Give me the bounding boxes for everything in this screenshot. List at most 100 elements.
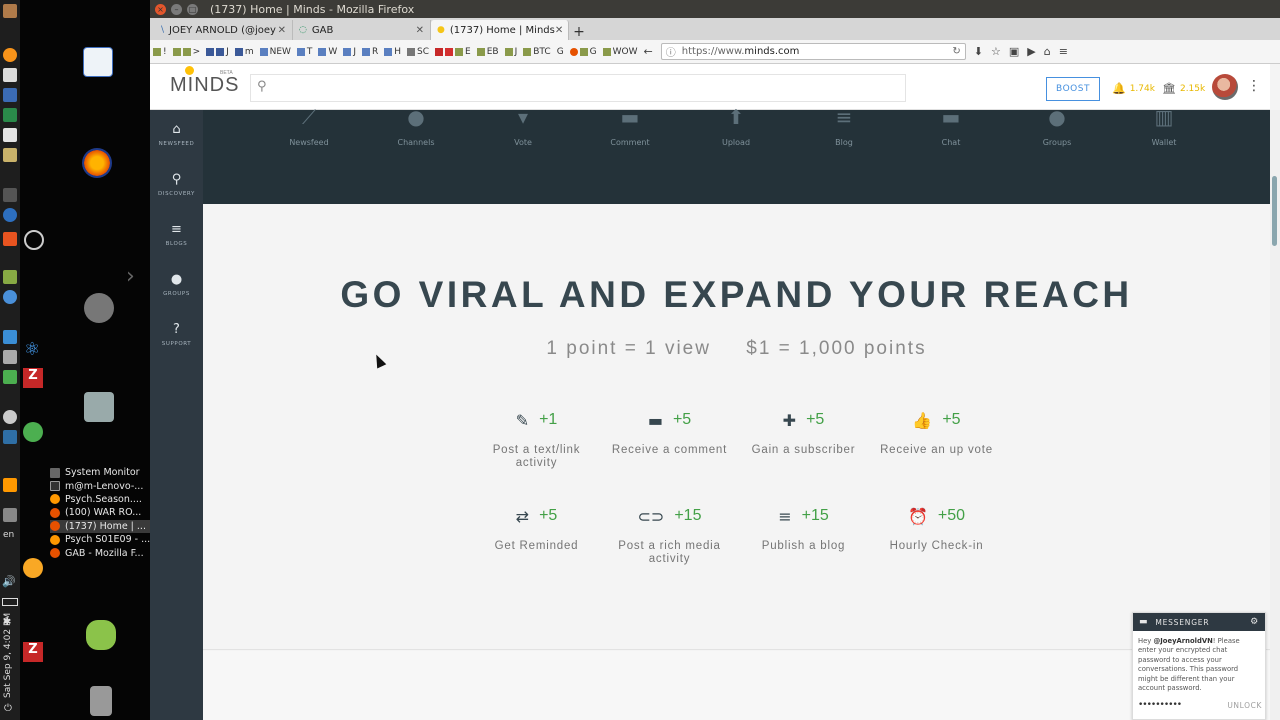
bookmark[interactable]: ! — [153, 47, 167, 57]
tab-gab[interactable]: ◌ GAB ✕ — [293, 20, 431, 40]
bookmark[interactable]: J — [504, 47, 517, 57]
sidebar-item-support[interactable]: ? SUPPORT — [150, 322, 203, 347]
task-item[interactable]: Psych S01E09 - ... — [50, 533, 150, 546]
wallet-button[interactable]: 🏛 2.15k — [1162, 82, 1205, 95]
back-icon[interactable]: ← — [644, 45, 653, 58]
obs-icon[interactable] — [24, 230, 44, 250]
app-icon[interactable] — [3, 232, 17, 246]
more-options-icon[interactable]: ⋮ — [1247, 78, 1261, 94]
reload-icon[interactable]: ↻ — [952, 46, 960, 57]
bookmark[interactable]: SC — [407, 47, 429, 57]
gear-icon[interactable]: ⚙ — [1250, 617, 1259, 627]
bookmark[interactable]: WOW — [602, 47, 638, 57]
youtube-icon[interactable]: ▶ — [1027, 45, 1035, 58]
bookmark[interactable]: W — [318, 47, 337, 57]
app-icon[interactable] — [3, 370, 17, 384]
task-item[interactable]: (100) WAR RO... — [50, 506, 150, 519]
app-icon[interactable] — [3, 508, 17, 522]
app-icon[interactable] — [3, 350, 17, 364]
bookmark[interactable]: T — [296, 47, 312, 57]
task-item[interactable]: System Monitor — [50, 466, 150, 479]
bookmark[interactable]: m — [234, 47, 254, 57]
avatar[interactable] — [1212, 74, 1238, 100]
telegram-icon[interactable] — [23, 422, 43, 442]
bookmark[interactable]: E — [435, 47, 471, 57]
sidebar-item-groups[interactable]: ● GROUPS — [150, 272, 203, 297]
bookmark[interactable]: EB — [476, 47, 499, 57]
document-icon[interactable] — [83, 47, 113, 77]
tab-minds[interactable]: ● (1737) Home | Minds ✕ — [431, 20, 569, 40]
app-icon[interactable] — [84, 293, 114, 323]
task-item[interactable]: GAB - Mozilla F... — [50, 546, 150, 559]
sidebar-item-discovery[interactable]: ⚲ DISCOVERY — [150, 172, 203, 197]
user-icon[interactable] — [86, 620, 116, 650]
browser-icon[interactable] — [3, 208, 17, 222]
vlc-icon[interactable] — [3, 478, 17, 492]
url-bar[interactable]: ⓘ https://www. minds.com ↻ — [660, 43, 966, 60]
app-icon[interactable] — [3, 270, 17, 284]
volume-icon[interactable]: 🔊 — [2, 575, 16, 588]
bookmark[interactable]: J — [343, 47, 356, 57]
monitor-icon[interactable] — [3, 188, 17, 202]
close-window-icon[interactable]: × — [155, 3, 166, 15]
dogecoin-icon[interactable] — [23, 558, 43, 578]
bookmark[interactable]: R — [361, 47, 378, 57]
site-info-icon[interactable]: ⓘ — [666, 44, 676, 59]
clock[interactable]: Sat Sep 9, 4:02 PM — [0, 590, 20, 700]
close-tab-icon[interactable]: ✕ — [555, 25, 563, 36]
bitcoin-icon[interactable] — [3, 48, 17, 62]
download-icon[interactable]: ⬇ — [974, 45, 983, 58]
menu-icon[interactable]: ≡ — [1059, 45, 1068, 58]
unlock-button[interactable]: UNLOCK — [1227, 701, 1262, 710]
points-rate: 1 point = 1 view $1 = 1,000 points — [203, 338, 1270, 360]
bookmark[interactable]: NEW — [259, 47, 291, 57]
notifications-button[interactable]: 🔔 1.74k — [1112, 82, 1155, 95]
bookmark[interactable]: G — [557, 47, 564, 57]
chat-password-input[interactable]: •••••••••• — [1138, 700, 1182, 710]
keyboard-layout[interactable]: en — [3, 530, 14, 540]
chromium-icon[interactable] — [3, 290, 17, 304]
minds-logo[interactable]: MINDS BETA — [170, 66, 239, 97]
calc-icon[interactable] — [3, 108, 17, 122]
page-scrollbar[interactable] — [1270, 110, 1280, 720]
writer-icon[interactable] — [3, 68, 17, 82]
app-icon[interactable] — [3, 128, 17, 142]
bookmark[interactable]: > — [172, 47, 200, 57]
scrollbar-thumb[interactable] — [1272, 176, 1277, 246]
filezilla-icon[interactable]: Z — [23, 368, 43, 388]
trash-icon[interactable] — [90, 686, 112, 716]
app-icon[interactable] — [3, 430, 17, 444]
search-input[interactable]: ⚲ — [250, 74, 906, 102]
task-item[interactable]: (1737) Home | ... — [50, 519, 150, 533]
tab-twitter[interactable]: \ JOEY ARNOLD (@joey ✕ — [155, 20, 293, 40]
bookmark[interactable]: BTC — [523, 47, 551, 57]
close-tab-icon[interactable]: ✕ — [278, 25, 286, 36]
task-item[interactable]: m@m-Lenovo-... — [50, 479, 150, 492]
bookmark[interactable]: H — [384, 47, 401, 57]
new-tab-button[interactable]: + — [569, 24, 589, 40]
power-icon[interactable]: ⏻ — [4, 703, 12, 714]
task-item[interactable]: Psych.Season.... — [50, 493, 150, 506]
firefox-icon[interactable] — [82, 148, 112, 178]
sidebar-item-newsfeed[interactable]: ⌂ NEWSFEED — [150, 122, 203, 147]
home-icon[interactable]: ⌂ — [1044, 45, 1051, 58]
app-icon[interactable] — [3, 330, 17, 344]
close-tab-icon[interactable]: ✕ — [416, 25, 424, 36]
library-icon[interactable]: ▣ — [1009, 45, 1019, 58]
bookmark[interactable]: G — [569, 47, 597, 57]
atom-icon[interactable]: ⚛ — [24, 340, 44, 360]
files-icon[interactable] — [3, 148, 17, 162]
messenger-header[interactable]: ▬ MESSENGER ⚙ — [1133, 613, 1265, 631]
chevron-right-icon[interactable]: › — [126, 264, 135, 289]
app-icon[interactable] — [3, 410, 17, 424]
filezilla-icon[interactable]: Z — [23, 642, 43, 662]
bookmark[interactable]: J — [206, 47, 229, 57]
minimize-window-icon[interactable]: – — [171, 3, 182, 15]
archive-icon[interactable] — [84, 392, 114, 422]
boost-button[interactable]: BOOST — [1046, 77, 1100, 101]
app-icon[interactable] — [3, 88, 17, 102]
sidebar-item-blogs[interactable]: ≡ BLOGS — [150, 222, 203, 247]
maximize-window-icon[interactable]: □ — [187, 3, 198, 15]
launcher-app-icon[interactable] — [3, 4, 17, 18]
bookmark-star-icon[interactable]: ☆ — [991, 45, 1001, 58]
